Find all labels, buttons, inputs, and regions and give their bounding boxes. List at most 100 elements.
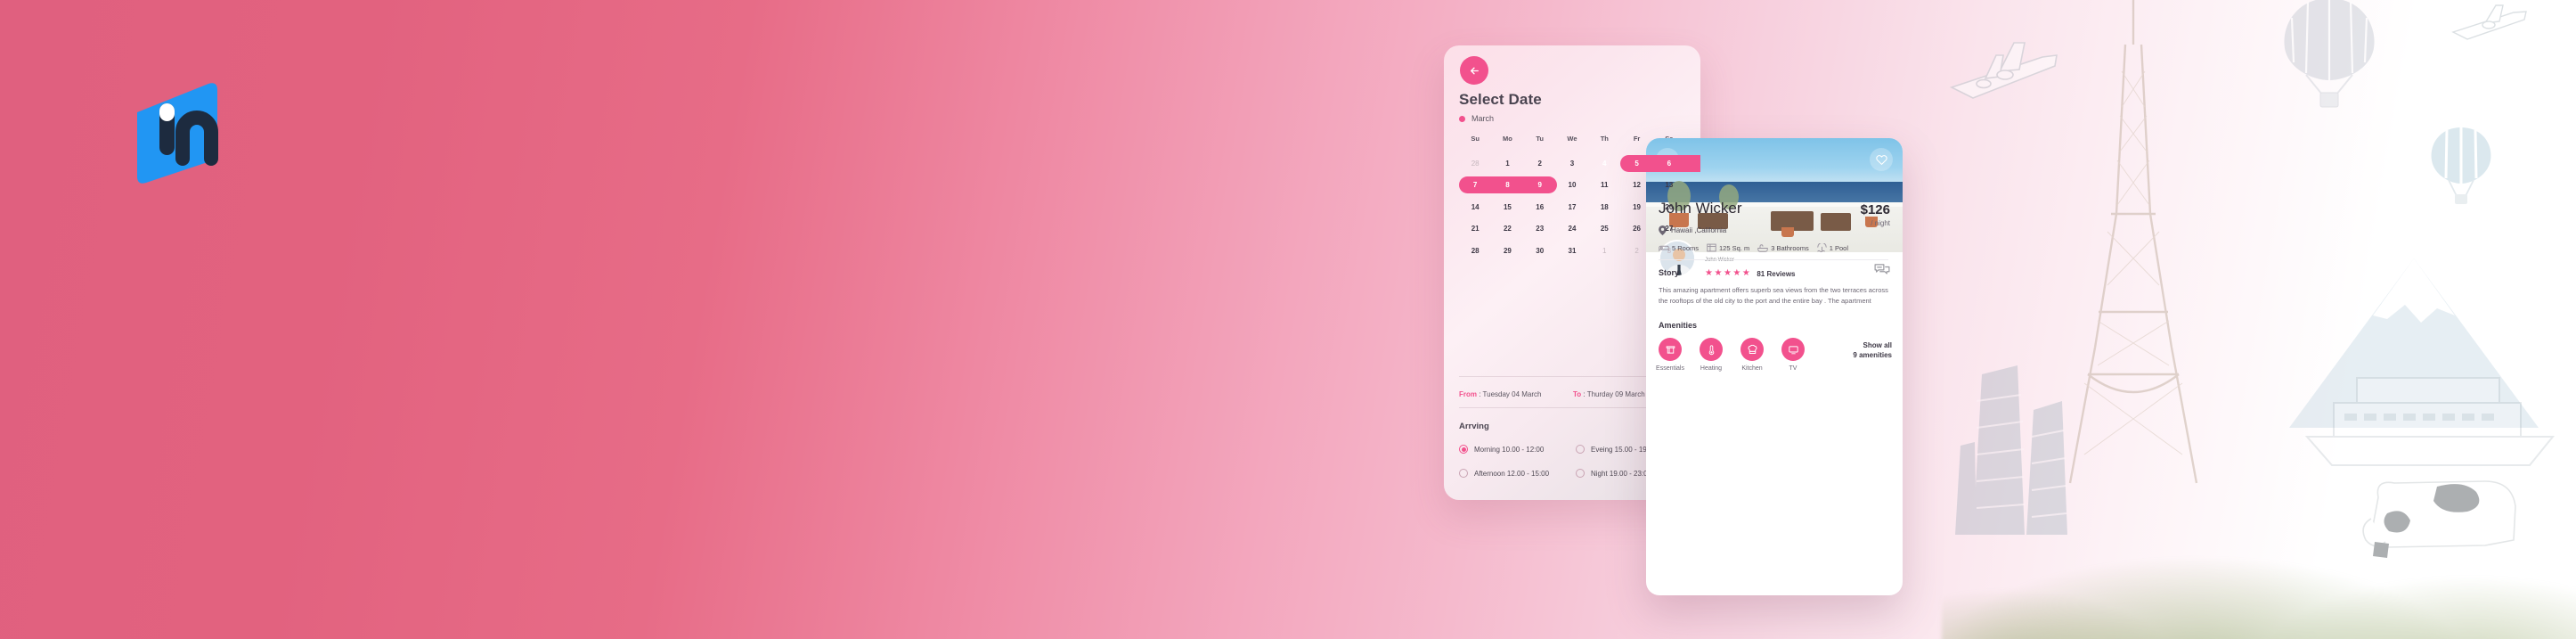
calendar-day[interactable]: 19 [1620,196,1652,218]
calendar-day[interactable]: 6 [1653,152,1685,175]
amenity-label: Essentials [1656,365,1684,372]
rating-row: ★ ★ ★ ★ ★ 81 Reviews [1705,269,1795,278]
day-of-week-th: Th [1600,135,1609,143]
arrow-left-icon [1470,67,1479,74]
month-indicator[interactable]: March [1459,114,1494,123]
calendar-back-button[interactable] [1460,56,1488,85]
eiffel-tower-illustration [2068,0,2198,484]
calendar-day[interactable]: 12 [1620,175,1652,197]
star-icon: ★ [1714,268,1723,278]
amenity-heating[interactable]: Heating [1700,338,1723,372]
cruise-ship-illustration [2304,377,2556,466]
star-icon: ★ [1723,268,1732,278]
arriving-option-label: Afternoon 12.00 - 15:00 [1474,469,1550,478]
calendar-day[interactable]: 2 [1524,152,1556,175]
calendar-day[interactable]: 22 [1491,218,1523,241]
price-value: $126 [1860,202,1890,217]
calendar-day[interactable]: 26 [1620,218,1652,241]
fact-text: 1 Pool [1829,243,1849,252]
pool-icon [1817,243,1827,252]
calendar-day[interactable]: 3 [1556,152,1588,175]
calendar-day[interactable]: 8 [1491,175,1523,197]
calendar-day[interactable]: 30 [1524,240,1556,262]
bathtub-icon [1757,243,1768,252]
calendar-day[interactable]: 27 [1653,218,1685,241]
chef-hat-icon [1748,344,1757,354]
calendar-day[interactable]: 9 [1524,175,1556,197]
calendar-day[interactable]: 28 [1459,240,1491,262]
from-value: Tuesday 04 March [1482,390,1542,398]
calendar-day[interactable]: 18 [1588,196,1620,218]
calendar-day[interactable]: 15 [1491,196,1523,218]
grass-illustration [1942,372,2576,639]
airplane-illustration [1949,42,2058,99]
calendar-day[interactable]: 14 [1459,196,1491,218]
calendar-day[interactable]: 5 [1620,152,1652,175]
star-icon: ★ [1705,268,1713,278]
fact-bathrooms: 3 Bathrooms [1757,244,1809,252]
calendar-day[interactable]: 21 [1459,218,1491,241]
arriving-option[interactable]: Afternoon 12.00 - 15:00 [1459,469,1576,478]
day-of-week-su: Su [1471,135,1480,143]
calendar-day[interactable]: 24 [1556,218,1588,241]
calendar-day[interactable]: 7 [1459,175,1491,197]
cityscape-illustration [1955,365,2067,535]
star-icon: ★ [1741,268,1750,278]
to-value: Thurday 09 March [1586,390,1645,398]
from-label: From [1459,390,1477,398]
calendar-day[interactable]: 31 [1556,240,1588,262]
amenity-icon-circle [1781,338,1805,361]
radio-icon [1459,445,1468,454]
amenity-kitchen[interactable]: Kitchen [1740,338,1764,372]
in-logo-icon [137,83,218,184]
airplane-illustration [2451,4,2527,40]
day-of-week-we: We [1567,135,1577,143]
calendar-day[interactable]: 16 [1524,196,1556,218]
amenity-icon-circle [1740,338,1764,361]
calendar-day[interactable]: 11 [1588,175,1620,197]
fact-area: 125 Sq. m [1707,243,1749,252]
calendar-day[interactable]: 25 [1588,218,1620,241]
amenities-heading: Amenities [1659,321,1698,330]
calendar-day[interactable]: 28 [1459,152,1491,175]
star-icon: ★ [1732,268,1741,278]
reviews-count: 81 Reviews [1757,269,1796,278]
calendar-day[interactable]: 10 [1556,175,1588,197]
plant-pot [1781,227,1794,237]
price-unit: / night [1871,219,1890,227]
outdoor-sofa [1821,213,1851,231]
fact-text: 3 Bathrooms [1771,243,1809,252]
thermometer-icon [1708,344,1714,355]
calendar-day[interactable]: 23 [1524,218,1556,241]
day-of-week-tu: Tu [1536,135,1544,143]
arriving-heading: Arrving [1459,422,1489,431]
app-logo [134,82,232,184]
show-all-amenities-button[interactable]: Show all 9 amenities [1853,340,1892,360]
tv-icon [1788,345,1798,354]
calendar-day[interactable]: 3 [1653,240,1685,262]
amenity-tv[interactable]: TV [1781,338,1805,372]
hot-air-balloon-illustration [2284,0,2375,108]
favorite-button[interactable] [1870,148,1893,171]
calendar-day[interactable]: 4 [1588,152,1620,175]
calendar-day[interactable]: 29 [1491,240,1523,262]
calendar-day[interactable]: 20 [1653,196,1685,218]
divider [1659,259,1888,260]
story-text: This amazing apartment offers superb sea… [1659,286,1888,305]
amenity-label: Heating [1700,365,1723,372]
calendar-day[interactable]: 17 [1556,196,1588,218]
amenity-icon-circle [1659,338,1682,361]
range-to: To : Thurday 09 March [1573,390,1645,398]
story-heading: Story [1659,268,1680,277]
arriving-option[interactable]: Morning 10.00 - 12:00 [1459,445,1576,454]
calendar-day[interactable]: 13 [1653,175,1685,197]
calendar-day[interactable]: 2 [1620,240,1652,262]
calendar-day[interactable]: 1 [1491,152,1523,175]
amenity-essentials[interactable]: Essentials [1656,338,1684,372]
towel-icon [1666,345,1675,354]
radio-icon [1459,469,1468,478]
chat-button[interactable] [1874,263,1890,281]
month-label: March [1471,114,1495,123]
show-all-line1: Show all [1863,341,1892,349]
calendar-day[interactable]: 1 [1588,240,1620,262]
